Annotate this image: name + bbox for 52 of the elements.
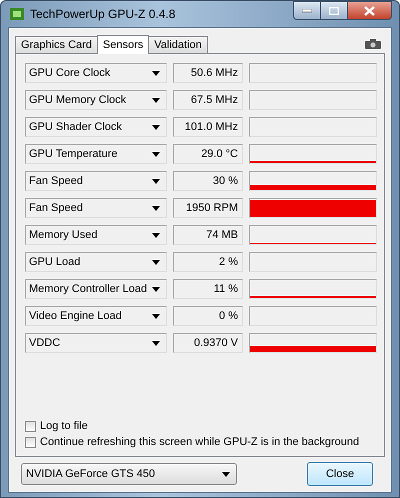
sensor-reading: 74 MB [173, 225, 243, 245]
window-title: TechPowerUp GPU-Z 0.4.8 [30, 7, 176, 21]
sensor-reading: 29.0 °C [173, 144, 243, 164]
sensor-reading: 0.9370 V [173, 333, 243, 353]
sensor-dropdown[interactable]: Video Engine Load [25, 306, 167, 326]
sensor-reading: 30 % [173, 171, 243, 191]
caret-icon [152, 152, 160, 156]
sensor-dropdown[interactable]: GPU Temperature [25, 144, 167, 164]
checkbox-label: Continue refreshing this screen while GPU-Z is in the background [40, 436, 360, 448]
sensor-dropdown[interactable]: Memory Used [25, 225, 167, 245]
checkbox[interactable] [25, 420, 36, 432]
sensor-reading: 1950 RPM [173, 198, 243, 218]
sensor-dropdown[interactable]: Fan Speed [25, 198, 167, 218]
close-dialog-button[interactable]: Close [307, 462, 373, 486]
sensor-reading: 50.6 MHz [173, 63, 243, 83]
sensor-dropdown[interactable]: GPU Memory Clock [25, 90, 167, 110]
close-button[interactable] [347, 1, 392, 20]
sensor-reading: 0 % [173, 306, 243, 326]
sensor-dropdown[interactable]: GPU Load [25, 252, 167, 272]
caret-icon [152, 178, 160, 184]
caret-icon [152, 340, 160, 346]
checkbox-label: Log to file [40, 420, 88, 432]
tab[interactable]: Validation [148, 36, 208, 53]
caret-icon [152, 206, 160, 210]
sensor-reading: 101.0 MHz [173, 117, 243, 137]
tab[interactable]: Sensors [96, 35, 150, 54]
sensor-reading: 2 % [173, 252, 243, 272]
caret-icon [152, 124, 160, 130]
maximize-button[interactable] [320, 1, 347, 20]
caret-icon [152, 314, 160, 318]
sensor-dropdown[interactable]: VDDC [25, 333, 167, 353]
sensor-reading: 67.5 MHz [173, 90, 243, 110]
card-dropdown[interactable]: NVIDIA GeForce GTS 450 [21, 463, 237, 485]
sensor-dropdown[interactable]: Memory Controller Load [25, 279, 167, 299]
minimize-icon [302, 8, 312, 12]
tab[interactable]: Graphics Card [15, 36, 98, 53]
maximize-icon [329, 6, 339, 14]
caret-icon [152, 286, 160, 292]
close-icon [364, 6, 375, 16]
caret-icon [222, 472, 230, 476]
caret-icon [152, 98, 160, 102]
caret-icon [152, 260, 160, 264]
sensor-dropdown[interactable]: Fan Speed [25, 171, 167, 191]
camera-icon[interactable] [365, 39, 381, 49]
checkbox[interactable] [25, 436, 36, 448]
minimize-button[interactable] [293, 1, 320, 20]
caret-icon [152, 232, 160, 238]
sensor-dropdown[interactable]: GPU Core Clock [25, 63, 167, 83]
sensor-reading: 11 % [173, 279, 243, 299]
caret-icon [152, 70, 160, 76]
sensor-dropdown[interactable]: GPU Shader Clock [25, 117, 167, 137]
app-icon [10, 8, 24, 20]
